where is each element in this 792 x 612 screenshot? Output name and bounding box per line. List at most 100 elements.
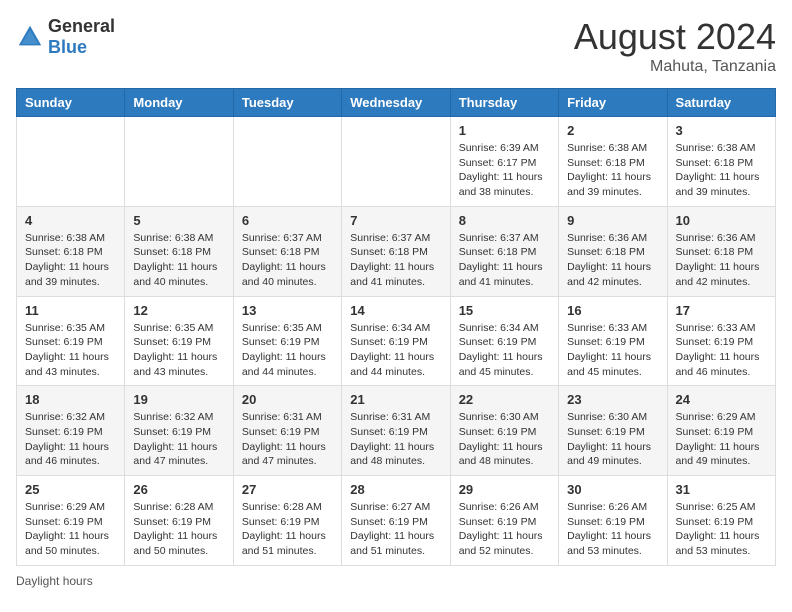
calendar-cell: 13 Sunrise: 6:35 AM Sunset: 6:19 PM Dayli… bbox=[233, 296, 341, 386]
day-number: 31 bbox=[676, 482, 767, 497]
day-number: 2 bbox=[567, 123, 658, 138]
footer-note: Daylight hours bbox=[16, 574, 776, 588]
calendar-cell: 19 Sunrise: 6:32 AM Sunset: 6:19 PM Dayli… bbox=[125, 386, 233, 476]
day-number: 12 bbox=[133, 303, 224, 318]
day-number: 4 bbox=[25, 213, 116, 228]
calendar-cell: 11 Sunrise: 6:35 AM Sunset: 6:19 PM Dayli… bbox=[17, 296, 125, 386]
calendar-cell: 27Sunrise: 6:28 AM Sunset: 6:19 PM Dayli… bbox=[233, 476, 341, 566]
logo-general: General bbox=[48, 16, 115, 36]
calendar-day-header: Saturday bbox=[667, 89, 775, 117]
day-number: 26 bbox=[133, 482, 224, 497]
calendar-cell: 3 Sunrise: 6:38 AM Sunset: 6:18 PM Daylig… bbox=[667, 117, 775, 207]
day-number: 27 bbox=[242, 482, 333, 497]
calendar-header-row: SundayMondayTuesdayWednesdayThursdayFrid… bbox=[17, 89, 776, 117]
day-info: Sunrise: 6:26 AM Sunset: 6:19 PM Dayligh… bbox=[459, 500, 550, 559]
calendar-cell: 18 Sunrise: 6:32 AM Sunset: 6:19 PM Dayli… bbox=[17, 386, 125, 476]
day-number: 20 bbox=[242, 392, 333, 407]
calendar-cell: 29Sunrise: 6:26 AM Sunset: 6:19 PM Dayli… bbox=[450, 476, 558, 566]
calendar-cell: 7 Sunrise: 6:37 AM Sunset: 6:18 PM Daylig… bbox=[342, 206, 450, 296]
day-info: Sunrise: 6:39 AM Sunset: 6:17 PM Dayligh… bbox=[459, 141, 550, 200]
day-info: Sunrise: 6:33 AM Sunset: 6:19 PM Dayligh… bbox=[676, 321, 767, 380]
day-number: 3 bbox=[676, 123, 767, 138]
calendar-cell: 15Sunrise: 6:34 AM Sunset: 6:19 PM Dayli… bbox=[450, 296, 558, 386]
calendar-cell: 8 Sunrise: 6:37 AM Sunset: 6:18 PM Daylig… bbox=[450, 206, 558, 296]
calendar-cell bbox=[17, 117, 125, 207]
day-info: Sunrise: 6:35 AM Sunset: 6:19 PM Dayligh… bbox=[133, 321, 224, 380]
day-info: Sunrise: 6:37 AM Sunset: 6:18 PM Dayligh… bbox=[459, 231, 550, 290]
day-number: 10 bbox=[676, 213, 767, 228]
day-info: Sunrise: 6:31 AM Sunset: 6:19 PM Dayligh… bbox=[242, 410, 333, 469]
calendar-cell: 24Sunrise: 6:29 AM Sunset: 6:19 PM Dayli… bbox=[667, 386, 775, 476]
day-info: Sunrise: 6:35 AM Sunset: 6:19 PM Dayligh… bbox=[242, 321, 333, 380]
calendar-cell: 25 Sunrise: 6:29 AM Sunset: 6:19 PM Dayli… bbox=[17, 476, 125, 566]
day-number: 28 bbox=[350, 482, 441, 497]
day-info: Sunrise: 6:28 AM Sunset: 6:19 PM Dayligh… bbox=[133, 500, 224, 559]
day-number: 18 bbox=[25, 392, 116, 407]
day-info: Sunrise: 6:29 AM Sunset: 6:19 PM Dayligh… bbox=[25, 500, 116, 559]
calendar-week-row: 1 Sunrise: 6:39 AM Sunset: 6:17 PM Daylig… bbox=[17, 117, 776, 207]
calendar-cell: 4 Sunrise: 6:38 AM Sunset: 6:18 PM Daylig… bbox=[17, 206, 125, 296]
day-info: Sunrise: 6:35 AM Sunset: 6:19 PM Dayligh… bbox=[25, 321, 116, 380]
day-number: 11 bbox=[25, 303, 116, 318]
logo-blue: Blue bbox=[48, 37, 87, 57]
day-info: Sunrise: 6:38 AM Sunset: 6:18 PM Dayligh… bbox=[133, 231, 224, 290]
day-number: 13 bbox=[242, 303, 333, 318]
calendar-cell: 31Sunrise: 6:25 AM Sunset: 6:19 PM Dayli… bbox=[667, 476, 775, 566]
calendar-cell bbox=[342, 117, 450, 207]
day-info: Sunrise: 6:30 AM Sunset: 6:19 PM Dayligh… bbox=[459, 410, 550, 469]
calendar-cell: 14 Sunrise: 6:34 AM Sunset: 6:19 PM Dayli… bbox=[342, 296, 450, 386]
calendar-cell: 17 Sunrise: 6:33 AM Sunset: 6:19 PM Dayli… bbox=[667, 296, 775, 386]
day-info: Sunrise: 6:30 AM Sunset: 6:19 PM Dayligh… bbox=[567, 410, 658, 469]
calendar-day-header: Tuesday bbox=[233, 89, 341, 117]
calendar-cell: 30 Sunrise: 6:26 AM Sunset: 6:19 PM Dayli… bbox=[559, 476, 667, 566]
logo: General Blue bbox=[16, 16, 115, 58]
day-number: 22 bbox=[459, 392, 550, 407]
page-header: General Blue August 2024 Mahuta, Tanzani… bbox=[16, 16, 776, 76]
day-number: 6 bbox=[242, 213, 333, 228]
calendar-cell: 23 Sunrise: 6:30 AM Sunset: 6:19 PM Dayli… bbox=[559, 386, 667, 476]
day-info: Sunrise: 6:32 AM Sunset: 6:19 PM Dayligh… bbox=[133, 410, 224, 469]
day-number: 19 bbox=[133, 392, 224, 407]
day-number: 25 bbox=[25, 482, 116, 497]
day-info: Sunrise: 6:36 AM Sunset: 6:18 PM Dayligh… bbox=[567, 231, 658, 290]
day-number: 1 bbox=[459, 123, 550, 138]
calendar-week-row: 18 Sunrise: 6:32 AM Sunset: 6:19 PM Dayli… bbox=[17, 386, 776, 476]
calendar-day-header: Thursday bbox=[450, 89, 558, 117]
day-info: Sunrise: 6:26 AM Sunset: 6:19 PM Dayligh… bbox=[567, 500, 658, 559]
logo-icon bbox=[16, 23, 44, 51]
calendar-cell: 9 Sunrise: 6:36 AM Sunset: 6:18 PM Daylig… bbox=[559, 206, 667, 296]
calendar-week-row: 11 Sunrise: 6:35 AM Sunset: 6:19 PM Dayli… bbox=[17, 296, 776, 386]
day-info: Sunrise: 6:34 AM Sunset: 6:19 PM Dayligh… bbox=[350, 321, 441, 380]
calendar-cell: 20 Sunrise: 6:31 AM Sunset: 6:19 PM Dayli… bbox=[233, 386, 341, 476]
day-number: 15 bbox=[459, 303, 550, 318]
day-info: Sunrise: 6:37 AM Sunset: 6:18 PM Dayligh… bbox=[350, 231, 441, 290]
calendar-cell bbox=[125, 117, 233, 207]
day-number: 23 bbox=[567, 392, 658, 407]
day-number: 14 bbox=[350, 303, 441, 318]
calendar-cell: 5Sunrise: 6:38 AM Sunset: 6:18 PM Daylig… bbox=[125, 206, 233, 296]
calendar-cell: 2Sunrise: 6:38 AM Sunset: 6:18 PM Daylig… bbox=[559, 117, 667, 207]
day-info: Sunrise: 6:37 AM Sunset: 6:18 PM Dayligh… bbox=[242, 231, 333, 290]
calendar-cell: 10Sunrise: 6:36 AM Sunset: 6:18 PM Dayli… bbox=[667, 206, 775, 296]
day-number: 17 bbox=[676, 303, 767, 318]
day-number: 24 bbox=[676, 392, 767, 407]
day-number: 9 bbox=[567, 213, 658, 228]
day-number: 21 bbox=[350, 392, 441, 407]
calendar-day-header: Sunday bbox=[17, 89, 125, 117]
calendar-cell: 28 Sunrise: 6:27 AM Sunset: 6:19 PM Dayli… bbox=[342, 476, 450, 566]
day-number: 30 bbox=[567, 482, 658, 497]
day-number: 7 bbox=[350, 213, 441, 228]
day-info: Sunrise: 6:38 AM Sunset: 6:18 PM Dayligh… bbox=[25, 231, 116, 290]
day-info: Sunrise: 6:27 AM Sunset: 6:19 PM Dayligh… bbox=[350, 500, 441, 559]
calendar-cell: 21Sunrise: 6:31 AM Sunset: 6:19 PM Dayli… bbox=[342, 386, 450, 476]
calendar-day-header: Wednesday bbox=[342, 89, 450, 117]
location: Mahuta, Tanzania bbox=[574, 58, 776, 76]
calendar-cell: 12 Sunrise: 6:35 AM Sunset: 6:19 PM Dayli… bbox=[125, 296, 233, 386]
day-info: Sunrise: 6:33 AM Sunset: 6:19 PM Dayligh… bbox=[567, 321, 658, 380]
calendar-cell: 1 Sunrise: 6:39 AM Sunset: 6:17 PM Daylig… bbox=[450, 117, 558, 207]
day-number: 16 bbox=[567, 303, 658, 318]
day-number: 8 bbox=[459, 213, 550, 228]
day-info: Sunrise: 6:32 AM Sunset: 6:19 PM Dayligh… bbox=[25, 410, 116, 469]
day-info: Sunrise: 6:38 AM Sunset: 6:18 PM Dayligh… bbox=[676, 141, 767, 200]
calendar-cell: 6 Sunrise: 6:37 AM Sunset: 6:18 PM Daylig… bbox=[233, 206, 341, 296]
